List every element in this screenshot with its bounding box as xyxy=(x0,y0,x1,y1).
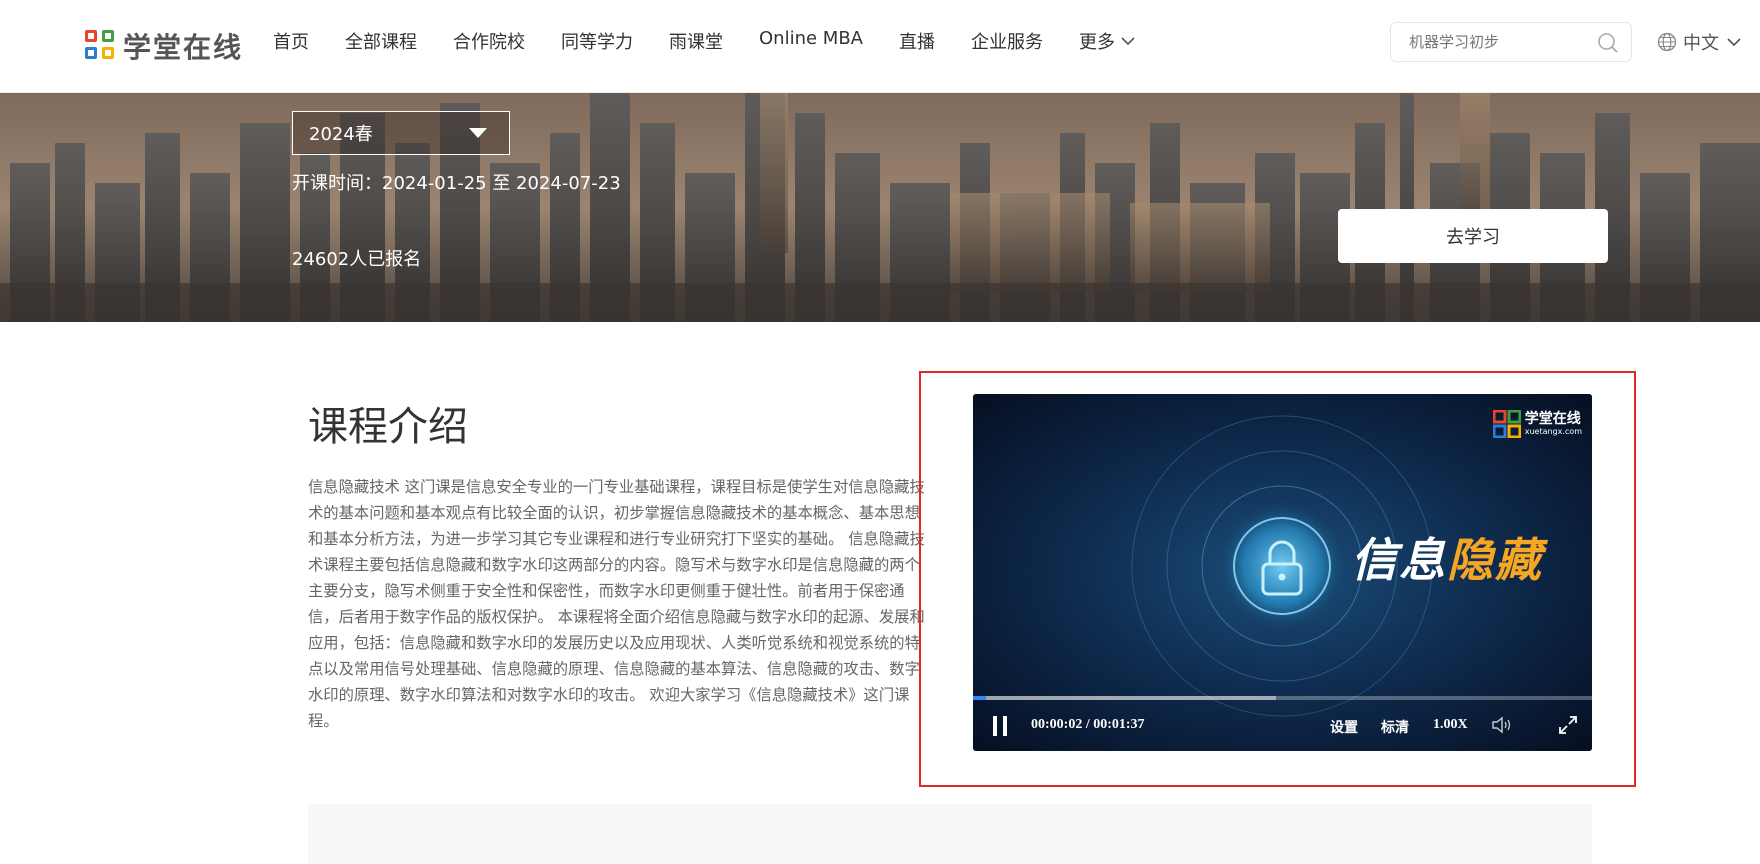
search-icon[interactable] xyxy=(1597,32,1619,54)
section-placeholder xyxy=(308,804,1592,864)
intro-title: 课程介绍 xyxy=(308,404,468,450)
nav-item-rain-classroom[interactable]: 雨课堂 xyxy=(669,28,723,54)
nav-item-partner-schools[interactable]: 合作院校 xyxy=(453,28,525,54)
nav-item-more[interactable]: 更多 xyxy=(1079,28,1135,54)
go-study-button[interactable]: 去学习 xyxy=(1338,209,1608,263)
city-skyline-image xyxy=(0,93,1760,322)
pause-button[interactable] xyxy=(993,716,1007,736)
logo-icon xyxy=(85,30,117,62)
main-nav: 首页 全部课程 合作院校 同等学力 雨课堂 Online MBA 直播 企业服务… xyxy=(273,28,1171,54)
site-header: 学堂在线 首页 全部课程 合作院校 同等学力 雨课堂 Online MBA 直播… xyxy=(0,0,1760,93)
video-title: 信息隐藏 xyxy=(1351,524,1543,590)
nav-item-online-mba[interactable]: Online MBA xyxy=(759,28,863,54)
logo-text: 学堂在线 xyxy=(123,31,244,64)
video-controls: 00:00:02 / 00:01:37 设置 标清 1.00X xyxy=(973,700,1592,751)
fullscreen-icon[interactable] xyxy=(1558,715,1578,735)
search-input[interactable] xyxy=(1407,32,1591,52)
video-title-white: 信息 xyxy=(1351,533,1447,587)
nav-item-live[interactable]: 直播 xyxy=(899,28,935,54)
caret-down-icon xyxy=(469,128,487,138)
course-banner: 2024春 开课时间：2024-01-25 至 2024-07-23 24602… xyxy=(0,93,1760,322)
site-logo[interactable]: 学堂在线 xyxy=(85,26,243,66)
nav-item-all-courses[interactable]: 全部课程 xyxy=(345,28,417,54)
language-label: 中文 xyxy=(1683,33,1719,54)
video-time: 00:00:02 / 00:01:37 xyxy=(1031,717,1145,732)
search-box xyxy=(1390,22,1632,62)
watermark-en: xuetangx.com xyxy=(1524,427,1582,436)
video-title-orange: 隐藏 xyxy=(1447,533,1543,587)
term-select[interactable]: 2024春 xyxy=(292,111,510,155)
settings-button[interactable]: 设置 xyxy=(1330,717,1358,737)
nav-more-label: 更多 xyxy=(1078,32,1115,53)
globe-icon xyxy=(1657,32,1677,52)
volume-icon[interactable] xyxy=(1491,716,1513,734)
quality-button[interactable]: 标清 xyxy=(1381,717,1409,737)
course-dates: 开课时间：2024-01-25 至 2024-07-23 xyxy=(292,173,621,194)
chevron-down-icon xyxy=(1727,38,1741,47)
logo-icon xyxy=(1492,410,1521,438)
language-switcher[interactable]: 中文 xyxy=(1657,29,1741,55)
term-select-value: 2024春 xyxy=(309,124,373,145)
video-watermark: 学堂在线 xuetangx.com xyxy=(1492,410,1582,438)
nav-item-home[interactable]: 首页 xyxy=(273,28,309,54)
watermark-cn: 学堂在线 xyxy=(1524,411,1581,427)
speed-button[interactable]: 1.00X xyxy=(1433,717,1468,733)
nav-item-enterprise[interactable]: 企业服务 xyxy=(971,28,1043,54)
chevron-down-icon xyxy=(1121,37,1135,46)
enrollment-count: 24602人已报名 xyxy=(292,249,422,270)
video-player[interactable]: 学堂在线 xuetangx.com 信息隐藏 00:00:02 / 00:01:… xyxy=(973,394,1592,751)
intro-text: 信息隐藏技术 这门课是信息安全专业的一门专业基础课程，课程目标是使学生对信息隐藏… xyxy=(308,478,925,730)
nav-item-equivalent-degree[interactable]: 同等学力 xyxy=(561,28,633,54)
